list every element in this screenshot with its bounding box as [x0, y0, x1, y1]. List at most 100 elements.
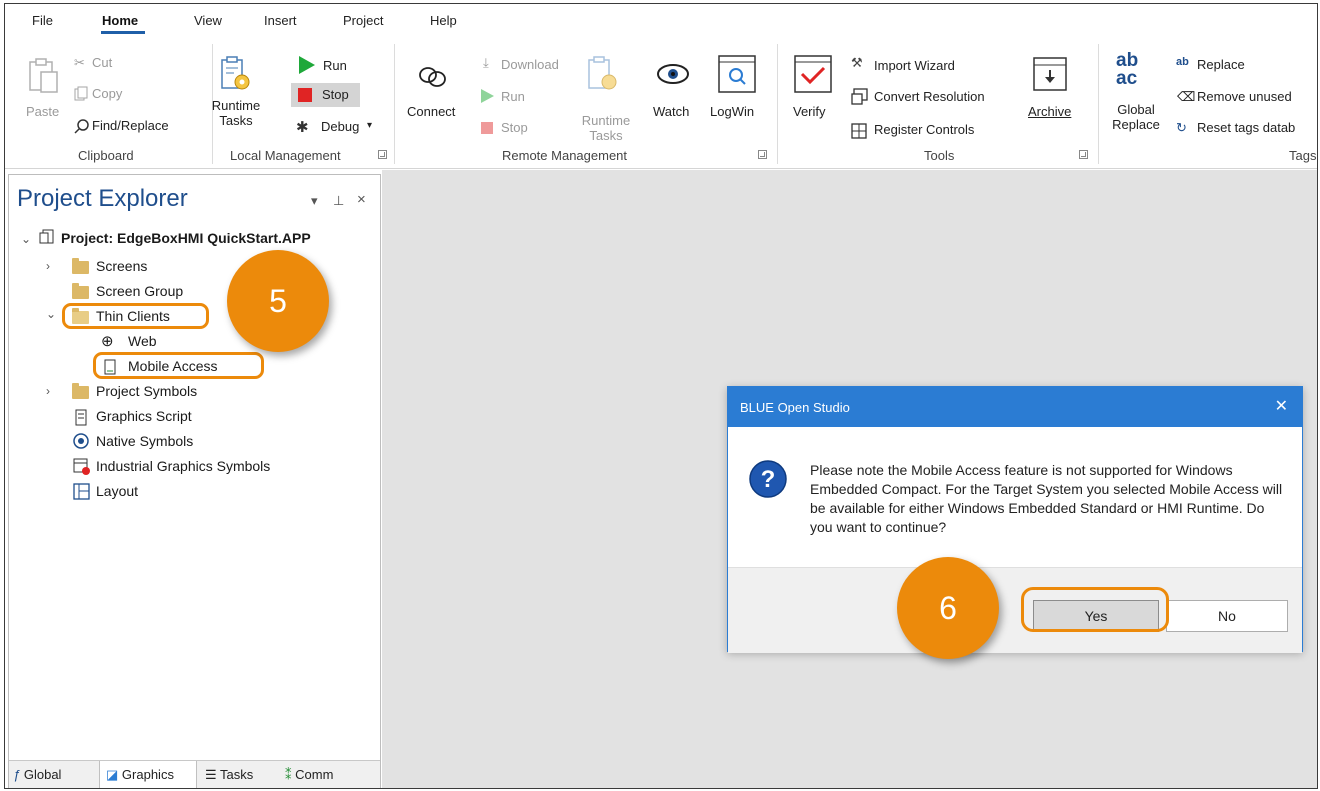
replace-icon: ab [1176, 56, 1189, 68]
comm-icon: ⁑ [285, 767, 292, 782]
verify-icon [794, 55, 832, 93]
tree-item-industrial-graphics-symbols[interactable]: Industrial Graphics Symbols [96, 458, 270, 474]
chevron-down-icon[interactable]: ⌄ [21, 232, 31, 246]
chevron-right-icon[interactable]: › [46, 384, 50, 398]
remote-management-group-label: Remote Management [502, 148, 628, 163]
tree-item-graphics-script[interactable]: Graphics Script [96, 408, 192, 424]
menu-view[interactable]: View [194, 13, 222, 28]
menu-bar: File Home View Insert Project Help [5, 4, 1317, 34]
menu-file[interactable]: File [32, 13, 53, 28]
dialog-footer: Yes No [728, 567, 1302, 653]
tree-item-native-symbols[interactable]: Native Symbols [96, 433, 193, 449]
connect-label: Connect [407, 104, 456, 119]
confirmation-dialog: BLUE Open Studio ✕ ? Please note the Mob… [727, 386, 1303, 653]
tab-graphics-label: Graphics [121, 767, 174, 782]
stop-icon [481, 122, 493, 134]
wand-icon: ⚒ [851, 55, 863, 70]
paste-icon [29, 58, 58, 93]
archive-label: Archive [1028, 104, 1072, 119]
tags-group-label: Tags [1289, 148, 1317, 163]
eraser-icon: ⌫ [1177, 89, 1196, 104]
runtime-tasks-icon [221, 56, 250, 90]
tree-item-web[interactable]: Web [128, 333, 157, 349]
tools-launcher-icon[interactable] [1079, 150, 1088, 159]
archive-icon [1033, 57, 1067, 91]
layout-icon [73, 483, 90, 500]
remove-unused-label: Remove unused [1197, 89, 1292, 104]
menu-insert[interactable]: Insert [264, 13, 297, 28]
highlight-thin-clients [62, 303, 209, 329]
download-icon: ⤓ [483, 55, 489, 70]
folder-icon [72, 283, 89, 299]
active-tab-indicator [101, 31, 145, 34]
tab-graphics[interactable]: ◪ Graphics [99, 761, 197, 788]
panel-title: Project Explorer [17, 185, 188, 212]
app-window: File Home View Insert Project Help Paste… [4, 3, 1318, 789]
chevron-right-icon[interactable]: › [46, 259, 50, 273]
group-divider [777, 44, 778, 164]
stop-button[interactable]: Stop [291, 83, 360, 107]
clipboard-group-label: Clipboard [78, 148, 134, 163]
remote-runtime-tasks-label: Runtime Tasks [581, 113, 631, 143]
close-icon[interactable]: × [357, 191, 366, 208]
industrial-symbols-icon [73, 458, 90, 475]
scissors-icon: ✂ [74, 55, 85, 70]
remote-stop-label: Stop [501, 120, 528, 135]
project-root[interactable]: Project: EdgeBoxHMI QuickStart.APP [61, 230, 311, 246]
close-icon[interactable]: ✕ [1275, 396, 1288, 416]
tab-comm[interactable]: ⁑ Comm [285, 761, 355, 788]
tree-item-project-symbols[interactable]: Project Symbols [96, 383, 197, 399]
highlight-mobile-access [93, 352, 264, 379]
menu-help[interactable]: Help [430, 13, 457, 28]
svg-text:?: ? [761, 466, 776, 493]
search-icon [74, 119, 89, 134]
play-icon [299, 56, 315, 74]
dialog-message: Please note the Mobile Access feature is… [810, 462, 1283, 535]
register-controls-label: Register Controls [874, 122, 975, 137]
connect-icon [419, 67, 446, 87]
tasks-icon: ☰ [205, 767, 217, 782]
step-callout-6: 6 [897, 557, 999, 659]
tab-tasks-label: Tasks [220, 767, 254, 782]
runtime-tasks-label: Runtime Tasks [211, 98, 261, 128]
convert-resolution-label: Convert Resolution [874, 89, 985, 104]
convert-resolution-icon [851, 88, 868, 105]
play-icon [481, 89, 494, 103]
globe-icon: ⊕ [101, 333, 114, 350]
menu-home[interactable]: Home [102, 13, 138, 28]
project-explorer-panel: Project Explorer ▾ ⊥ × ⌄ Project: EdgeBo… [8, 174, 381, 788]
runtime-tasks-icon [588, 56, 617, 90]
dropdown-icon[interactable]: ▾ [311, 193, 318, 209]
script-icon [75, 409, 87, 426]
tree-item-screen-group[interactable]: Screen Group [96, 283, 183, 299]
tab-global[interactable]: ƒ Global [13, 761, 97, 788]
highlight-yes-button [1021, 587, 1169, 632]
tree-item-layout[interactable]: Layout [96, 483, 138, 499]
group-divider [394, 44, 395, 164]
stop-icon [298, 88, 312, 102]
pin-icon[interactable]: ⊥ [333, 193, 344, 209]
replace-label: Replace [1197, 57, 1245, 72]
cut-label: Cut [92, 55, 113, 70]
ribbon: Paste ✂ Cut Copy Find/Replace Clipboard [5, 38, 1317, 169]
reset-icon: ↻ [1176, 120, 1187, 135]
explorer-tab-bar: ƒ Global ◪ Graphics ☰ Tasks ⁑ Comm [9, 760, 380, 788]
tab-global-label: Global [23, 767, 62, 782]
bug-icon: ✱ [296, 119, 309, 136]
chevron-down-icon[interactable]: ⌄ [46, 307, 56, 321]
reset-tags-label: Reset tags datab [1197, 120, 1296, 135]
tree-item-screens[interactable]: Screens [96, 258, 147, 274]
no-button[interactable]: No [1166, 600, 1288, 632]
menu-project[interactable]: Project [343, 13, 383, 28]
tab-tasks[interactable]: ☰ Tasks [205, 761, 275, 788]
dialog-title: BLUE Open Studio [740, 400, 850, 415]
debug-label: Debug [321, 119, 360, 134]
local-management-launcher-icon[interactable] [378, 150, 387, 159]
register-controls-icon [851, 123, 867, 139]
dialog-title-bar: BLUE Open Studio ✕ [728, 387, 1302, 427]
import-wizard-label: Import Wizard [874, 58, 955, 73]
native-symbols-icon [73, 433, 89, 449]
remote-management-launcher-icon[interactable] [758, 150, 767, 159]
paste-label: Paste [26, 104, 60, 119]
question-icon: ? [749, 460, 787, 498]
